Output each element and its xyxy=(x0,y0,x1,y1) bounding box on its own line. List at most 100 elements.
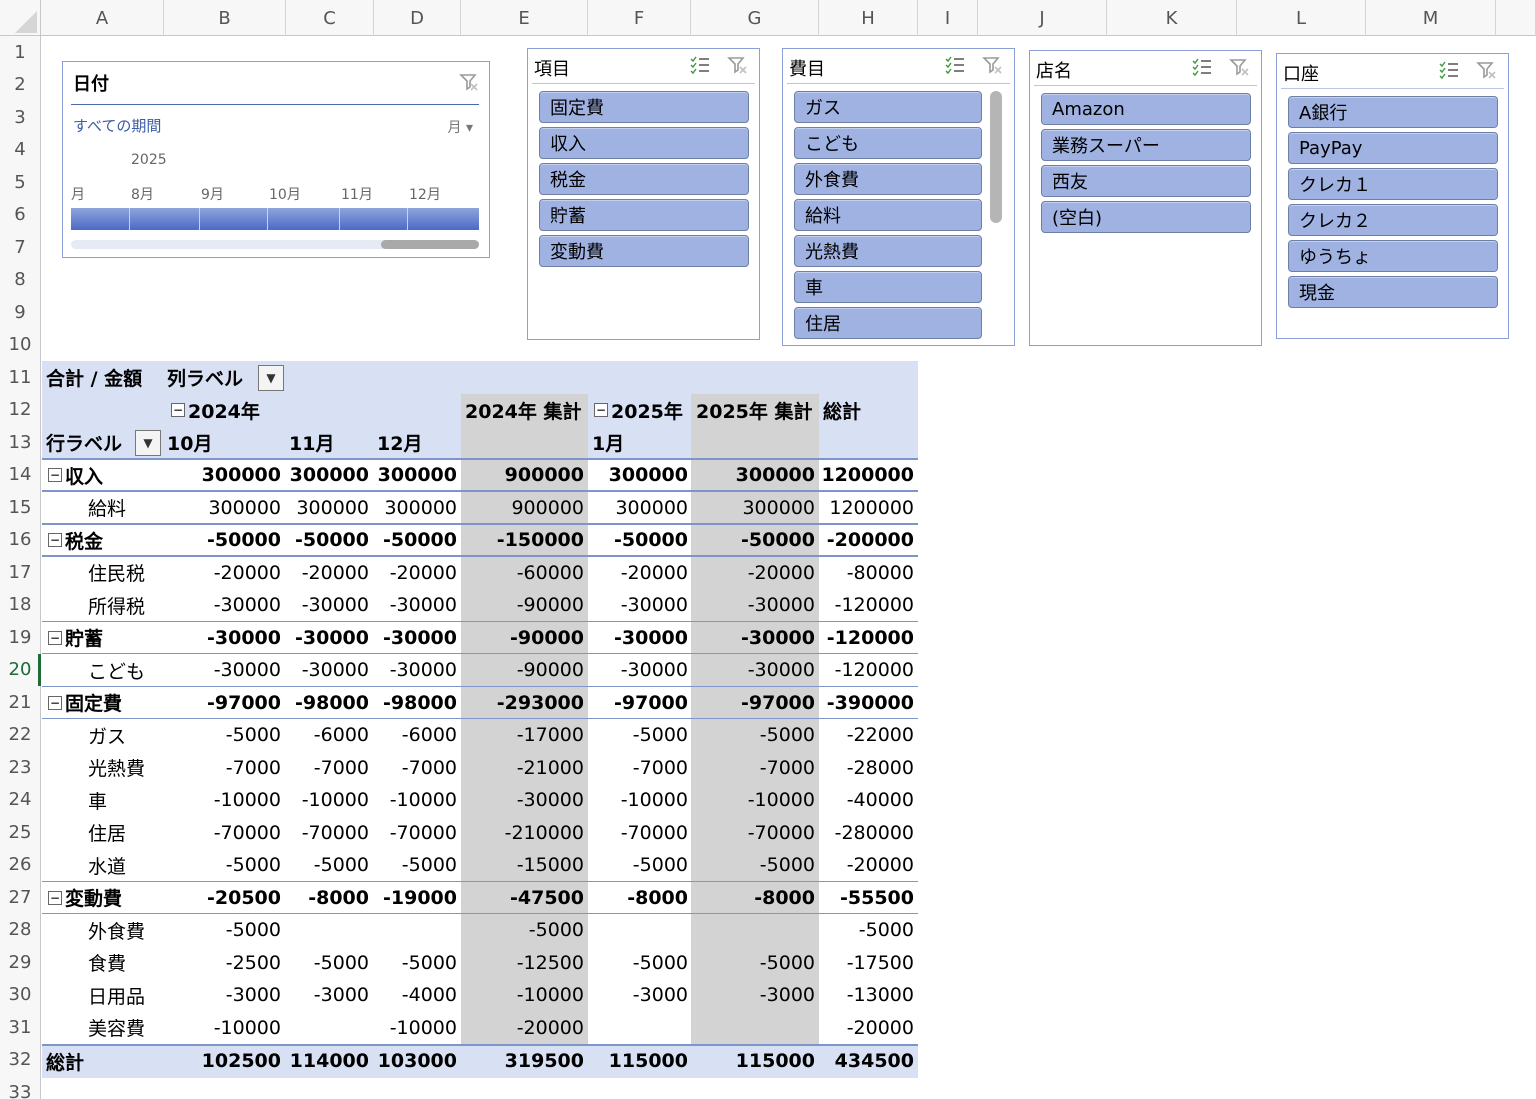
pivot-item-label[interactable]: 住居 xyxy=(88,817,126,850)
row-header[interactable]: 13 xyxy=(0,426,40,459)
clear-filter-icon[interactable] xyxy=(459,72,479,96)
pivot-value-cell[interactable]: -5000 xyxy=(588,947,692,980)
row-header[interactable]: 21 xyxy=(0,686,40,719)
pivot-value-cell[interactable]: -120000 xyxy=(819,654,918,687)
row-header[interactable]: 33 xyxy=(0,1076,40,1099)
row-header[interactable]: 23 xyxy=(0,751,40,784)
column-header[interactable]: J xyxy=(978,0,1107,36)
row-header[interactable]: 9 xyxy=(0,296,40,329)
grand-total-cell[interactable]: 114000 xyxy=(286,1045,373,1078)
pivot-value-cell[interactable]: -50000 xyxy=(286,524,373,557)
pivot-value-cell[interactable]: -10000 xyxy=(374,1012,461,1045)
pivot-value-cell[interactable]: 1200000 xyxy=(819,459,918,492)
clear-filter-icon[interactable] xyxy=(1476,60,1498,84)
pivot-value-cell[interactable]: 300000 xyxy=(164,492,285,525)
pivot-value-cell[interactable]: -12500 xyxy=(461,947,588,980)
pivot-value-cell[interactable]: -5000 xyxy=(691,947,819,980)
pivot-value-cell[interactable]: -5000 xyxy=(286,849,373,882)
row-header[interactable]: 20 xyxy=(0,653,41,687)
pivot-value-cell[interactable]: 300000 xyxy=(374,492,461,525)
pivot-item-label[interactable]: ガス xyxy=(88,719,126,752)
pivot-value-cell[interactable]: -30000 xyxy=(286,589,373,622)
pivot-value-cell[interactable] xyxy=(286,914,373,947)
pivot-value-cell[interactable]: -293000 xyxy=(461,687,588,720)
column-header[interactable]: H xyxy=(819,0,918,36)
pivot-value-cell[interactable]: 300000 xyxy=(691,492,819,525)
pivot-group-label[interactable]: − 変動費 xyxy=(48,882,122,915)
pivot-value-cell[interactable]: -10000 xyxy=(286,784,373,817)
pivot-group-label[interactable]: − 収入 xyxy=(48,459,103,492)
grand-total-cell[interactable]: 103000 xyxy=(374,1045,461,1078)
pivot-value-cell[interactable]: -28000 xyxy=(819,752,918,785)
row-header[interactable]: 31 xyxy=(0,1011,40,1044)
pivot-value-cell[interactable]: -30000 xyxy=(286,654,373,687)
pivot-value-cell[interactable]: -30000 xyxy=(588,654,692,687)
timeline-selection-bar[interactable] xyxy=(71,208,479,230)
pivot-value-cell[interactable]: -50000 xyxy=(374,524,461,557)
pivot-value-cell[interactable]: -20000 xyxy=(819,1012,918,1045)
pivot-item-label[interactable]: 水道 xyxy=(88,849,126,882)
pivot-value-cell[interactable]: -55500 xyxy=(819,882,918,915)
pivot-value-cell[interactable]: -20000 xyxy=(286,557,373,590)
pivot-value-cell[interactable]: -3000 xyxy=(286,979,373,1012)
grand-total-cell[interactable]: 115000 xyxy=(691,1045,819,1078)
pivot-value-cell[interactable]: -7000 xyxy=(374,752,461,785)
timeline-month[interactable]: 11月 xyxy=(341,184,373,204)
row-header[interactable]: 16 xyxy=(0,524,40,557)
pivot-value-cell[interactable]: -6000 xyxy=(374,719,461,752)
grand-total-cell[interactable]: 319500 xyxy=(461,1045,588,1078)
pivot-value-cell[interactable]: -30000 xyxy=(286,622,373,655)
collapse-icon[interactable]: − xyxy=(48,890,62,905)
pivot-value-cell[interactable]: -10000 xyxy=(374,784,461,817)
pivot-value-cell[interactable]: -17500 xyxy=(819,947,918,980)
pivot-value-cell[interactable]: -30000 xyxy=(691,654,819,687)
slicer-item[interactable]: 変動費 xyxy=(539,235,749,267)
pivot-item-label[interactable]: 車 xyxy=(88,784,107,817)
row-header[interactable]: 14 xyxy=(0,459,40,492)
pivot-value-cell[interactable]: -3000 xyxy=(588,979,692,1012)
row-filter-dropdown[interactable]: ▼ xyxy=(135,430,161,456)
slicer-item[interactable]: 貯蓄 xyxy=(539,199,749,231)
clear-filter-icon[interactable] xyxy=(1229,57,1251,81)
pivot-item-label[interactable]: 所得税 xyxy=(88,589,145,622)
pivot-value-cell[interactable]: -30000 xyxy=(691,589,819,622)
pivot-value-cell[interactable]: -200000 xyxy=(819,524,918,557)
column-header[interactable]: G xyxy=(691,0,819,36)
pivot-value-cell[interactable]: -5000 xyxy=(461,914,588,947)
slicer-item[interactable]: ガス xyxy=(794,91,982,123)
slicer-item[interactable]: PayPay xyxy=(1288,132,1498,164)
pivot-value-cell[interactable]: -120000 xyxy=(819,622,918,655)
pivot-value-cell[interactable]: -5000 xyxy=(164,719,285,752)
multi-select-icon[interactable] xyxy=(1438,60,1460,84)
pivot-value-cell[interactable]: -47500 xyxy=(461,882,588,915)
row-header[interactable]: 2 xyxy=(0,69,40,102)
pivot-value-cell[interactable]: -3000 xyxy=(691,979,819,1012)
pivot-value-cell[interactable]: -5000 xyxy=(286,947,373,980)
row-header[interactable]: 18 xyxy=(0,589,40,622)
pivot-value-cell[interactable]: -5000 xyxy=(819,914,918,947)
timeline-month[interactable]: 12月 xyxy=(409,184,441,204)
slicer-item[interactable]: 現金 xyxy=(1288,276,1498,308)
pivot-value-cell[interactable]: -30000 xyxy=(164,622,285,655)
slicer-scrollbar[interactable] xyxy=(990,91,1002,223)
slicer-item[interactable]: 外食費 xyxy=(794,163,982,195)
pivot-item-label[interactable]: 給料 xyxy=(88,492,126,525)
pivot-value-cell[interactable]: -5000 xyxy=(164,914,285,947)
pivot-value-cell[interactable]: -17000 xyxy=(461,719,588,752)
pivot-value-cell[interactable]: -98000 xyxy=(286,687,373,720)
pivot-value-cell[interactable]: -5000 xyxy=(588,849,692,882)
column-header[interactable]: K xyxy=(1107,0,1237,36)
row-header[interactable]: 10 xyxy=(0,329,40,362)
pivot-value-cell[interactable]: -98000 xyxy=(374,687,461,720)
pivot-value-cell[interactable]: -8000 xyxy=(691,882,819,915)
clear-filter-icon[interactable] xyxy=(982,55,1004,79)
pivot-value-cell[interactable]: -120000 xyxy=(819,589,918,622)
slicer-item[interactable]: 住居 xyxy=(794,307,982,339)
pivot-item-label[interactable]: 外食費 xyxy=(88,914,145,947)
pivot-value-cell[interactable]: -70000 xyxy=(374,817,461,850)
slicer-item[interactable]: (空白) xyxy=(1041,201,1251,233)
pivot-value-cell[interactable]: -22000 xyxy=(819,719,918,752)
pivot-value-cell[interactable]: 300000 xyxy=(691,459,819,492)
multi-select-icon[interactable] xyxy=(689,55,711,79)
pivot-value-cell[interactable]: -3000 xyxy=(164,979,285,1012)
